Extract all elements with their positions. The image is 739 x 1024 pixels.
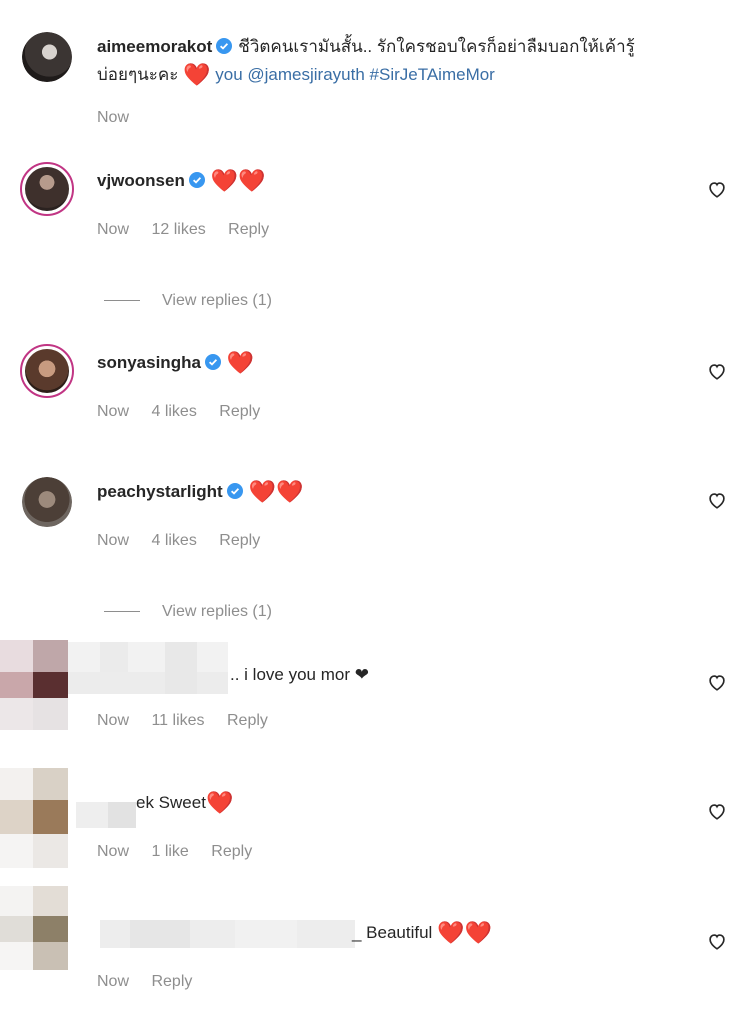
reply-button[interactable]: Reply (227, 712, 268, 729)
caption-line2: บ่อยๆนะคะ (97, 65, 179, 84)
heart-emoji: ❤️ (205, 790, 234, 815)
caption-line1: ชีวิตคนเรามันสั้น.. รักใครชอบใครก็อย่าลื… (238, 37, 635, 56)
timestamp: Now (97, 973, 130, 990)
timestamp: Now (97, 403, 130, 420)
reply-button[interactable]: Reply (211, 843, 252, 860)
avatar[interactable] (22, 477, 72, 527)
view-replies-label: View replies (1) (162, 292, 272, 309)
timestamp: Now (97, 843, 130, 860)
verified-badge-icon (226, 481, 243, 507)
username[interactable]: peachystarlight (97, 482, 223, 501)
comment-text: ❤️ (226, 350, 255, 375)
heart-outline-icon[interactable] (706, 930, 728, 952)
comment-meta: Now 4 likes Reply (97, 532, 278, 550)
comment-meta: Now 4 likes Reply (97, 403, 278, 421)
view-replies-label: View replies (1) (162, 603, 272, 620)
verified-badge-icon (188, 170, 205, 196)
username[interactable]: sonyasingha (97, 353, 201, 372)
likes-count[interactable]: 4 likes (151, 403, 196, 420)
verified-badge-icon (204, 352, 221, 378)
comment-text: ek Sweet (136, 793, 206, 812)
heart-outline-icon[interactable] (706, 360, 728, 382)
timestamp: Now (97, 221, 130, 238)
likes-count[interactable]: 11 likes (151, 712, 204, 729)
comment-meta: Now Reply (97, 973, 210, 991)
heart-outline-icon[interactable] (706, 800, 728, 822)
mention-link[interactable]: @jamesjirayuth (247, 65, 364, 84)
comment-text: _ Beautiful (352, 923, 433, 942)
pixelated-avatar (0, 886, 360, 970)
comment-text: .. i love you mor ❤ (230, 665, 369, 684)
timestamp: Now (97, 532, 130, 549)
likes-count[interactable]: 1 like (151, 843, 188, 860)
comment-meta: Now 1 like Reply (97, 843, 270, 861)
reply-button[interactable]: Reply (151, 973, 192, 990)
comment-meta: Now 11 likes Reply (97, 712, 286, 730)
likes-count[interactable]: 12 likes (151, 221, 205, 238)
divider (104, 611, 140, 613)
comment-meta: Now 12 likes Reply (97, 221, 287, 239)
avatar[interactable] (20, 344, 74, 398)
heart-emoji: ❤️❤️ (437, 920, 492, 945)
hashtag-link[interactable]: #SirJeTAimeMor (370, 65, 495, 84)
view-replies-button[interactable]: View replies (1) (104, 292, 272, 310)
view-replies-button[interactable]: View replies (1) (104, 603, 272, 621)
timestamp: Now (97, 712, 130, 729)
comment-text: ❤️❤️ (210, 168, 266, 193)
caption-meta: Now (97, 109, 147, 127)
caption-you: you (215, 65, 243, 84)
heart-outline-icon[interactable] (706, 671, 728, 693)
username[interactable]: vjwoonsen (97, 171, 185, 190)
reply-button[interactable]: Reply (219, 532, 260, 549)
verified-badge-icon (216, 36, 233, 62)
divider (104, 300, 140, 302)
heart-emoji: ❤️ (183, 62, 211, 87)
heart-outline-icon[interactable] (706, 178, 728, 200)
username[interactable]: aimeemorakot (97, 37, 212, 56)
caption-text: aimeemorakot ชีวิตคนเรามันสั้น.. รักใครชอ… (97, 34, 679, 88)
comment-text: ❤️❤️ (248, 479, 304, 504)
reply-button[interactable]: Reply (219, 403, 260, 420)
timestamp: Now (97, 109, 130, 126)
likes-count[interactable]: 4 likes (151, 532, 196, 549)
avatar[interactable] (22, 32, 72, 82)
avatar[interactable] (20, 162, 74, 216)
reply-button[interactable]: Reply (228, 221, 269, 238)
heart-outline-icon[interactable] (706, 489, 728, 511)
